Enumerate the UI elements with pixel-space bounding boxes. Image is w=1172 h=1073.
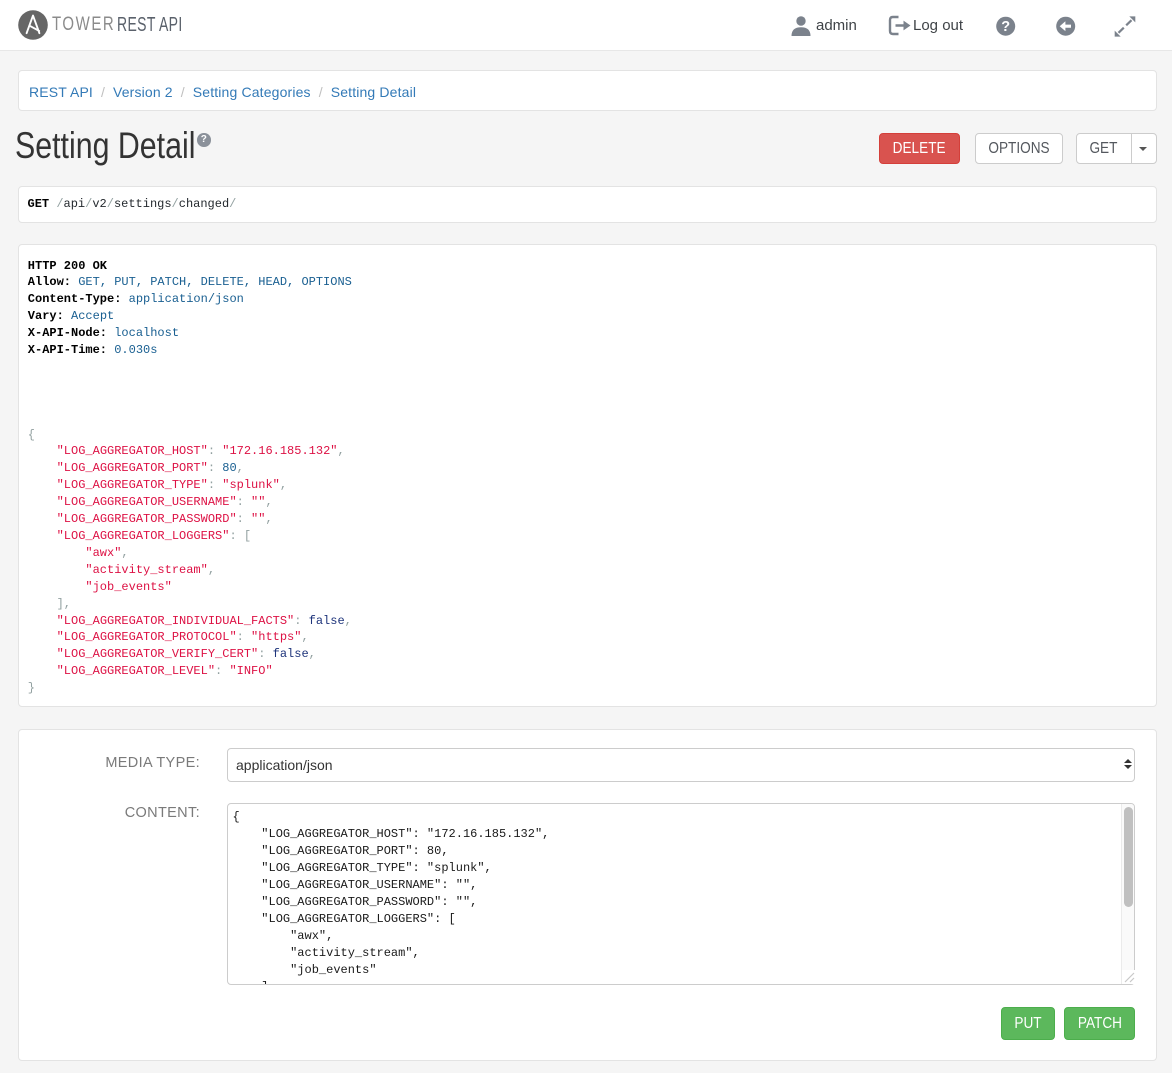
svg-text:?: ? <box>1001 19 1010 35</box>
